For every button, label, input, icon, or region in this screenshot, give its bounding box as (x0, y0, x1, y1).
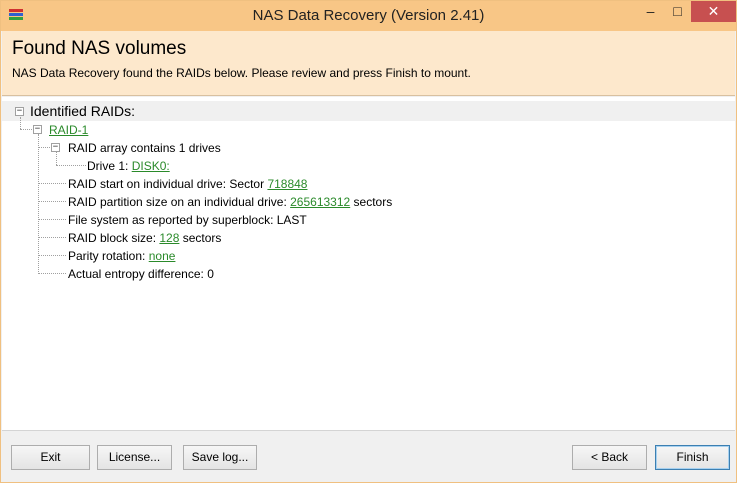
drive-1-item[interactable]: Drive 1: DISK0: (87, 159, 170, 173)
tree-connector (56, 165, 86, 166)
parity-rotation-link[interactable]: none (149, 249, 176, 263)
parity-rotation-label: Parity rotation: (68, 249, 146, 263)
window-title: NAS Data Recovery (Version 2.41) (252, 7, 485, 24)
collapse-array-icon[interactable]: − (51, 143, 60, 152)
disk0-link[interactable]: DISK0: (132, 159, 170, 173)
exit-button[interactable]: Exit (11, 445, 90, 470)
page-description: NAS Data Recovery found the RAIDs below.… (12, 66, 471, 80)
tree-connector (38, 183, 66, 184)
tree-connector (38, 273, 66, 274)
raid-1-link[interactable]: RAID-1 (49, 123, 88, 137)
wizard-header: Found NAS volumes NAS Data Recovery foun… (2, 31, 735, 96)
app-window: NAS Data Recovery (Version 2.41) – □ ✕ F… (0, 0, 737, 483)
tree-connector (20, 129, 34, 130)
raid-start-item[interactable]: RAID start on individual drive: Sector 7… (68, 177, 307, 191)
block-size-link[interactable]: 128 (159, 231, 179, 245)
tree-connector (20, 117, 21, 129)
tree-connector (38, 255, 66, 256)
tree-connector (38, 201, 66, 202)
partition-size-link[interactable]: 265613312 (290, 195, 350, 209)
tree-connector (38, 147, 52, 148)
tree-connector (38, 134, 39, 274)
collapse-raid-icon[interactable]: − (33, 125, 42, 134)
raid-array-label[interactable]: RAID array contains 1 drives (68, 141, 221, 155)
drive-1-label: Drive 1: (87, 159, 129, 173)
finish-button[interactable]: Finish (655, 445, 730, 470)
partition-size-label: RAID partition size on an individual dri… (68, 195, 287, 209)
title-bar[interactable]: NAS Data Recovery (Version 2.41) – □ ✕ (1, 1, 736, 31)
tree-root-label[interactable]: Identified RAIDs: (30, 103, 135, 119)
tree-connector (56, 152, 57, 165)
entropy-item[interactable]: Actual entropy difference: 0 (68, 267, 214, 281)
collapse-root-icon[interactable]: − (15, 107, 24, 116)
block-size-unit: sectors (182, 231, 222, 245)
block-size-label: RAID block size: (68, 231, 157, 245)
close-icon[interactable]: ✕ (691, 1, 736, 22)
back-button[interactable]: < Back (572, 445, 647, 470)
save-log-button[interactable]: Save log... (183, 445, 257, 470)
button-bar: Exit License... Save log... < Back Finis… (2, 430, 735, 482)
minimize-icon[interactable]: – (637, 1, 664, 22)
raid-tree[interactable]: − Identified RAIDs: − RAID-1 − RAID arra… (2, 97, 735, 430)
tree-connector (38, 219, 66, 220)
parity-rotation-item[interactable]: Parity rotation: none (68, 249, 175, 263)
partition-size-unit: sectors (353, 195, 393, 209)
raid-start-label: RAID start on individual drive: Sector (68, 177, 265, 191)
filesystem-item[interactable]: File system as reported by superblock: L… (68, 213, 307, 227)
license-button[interactable]: License... (97, 445, 172, 470)
page-title: Found NAS volumes (12, 38, 187, 59)
partition-size-item[interactable]: RAID partition size on an individual dri… (68, 195, 392, 209)
raid-start-sector-link[interactable]: 718848 (267, 177, 307, 191)
tree-connector (38, 237, 66, 238)
block-size-item[interactable]: RAID block size: 128 sectors (68, 231, 221, 245)
maximize-icon[interactable]: □ (664, 1, 691, 22)
